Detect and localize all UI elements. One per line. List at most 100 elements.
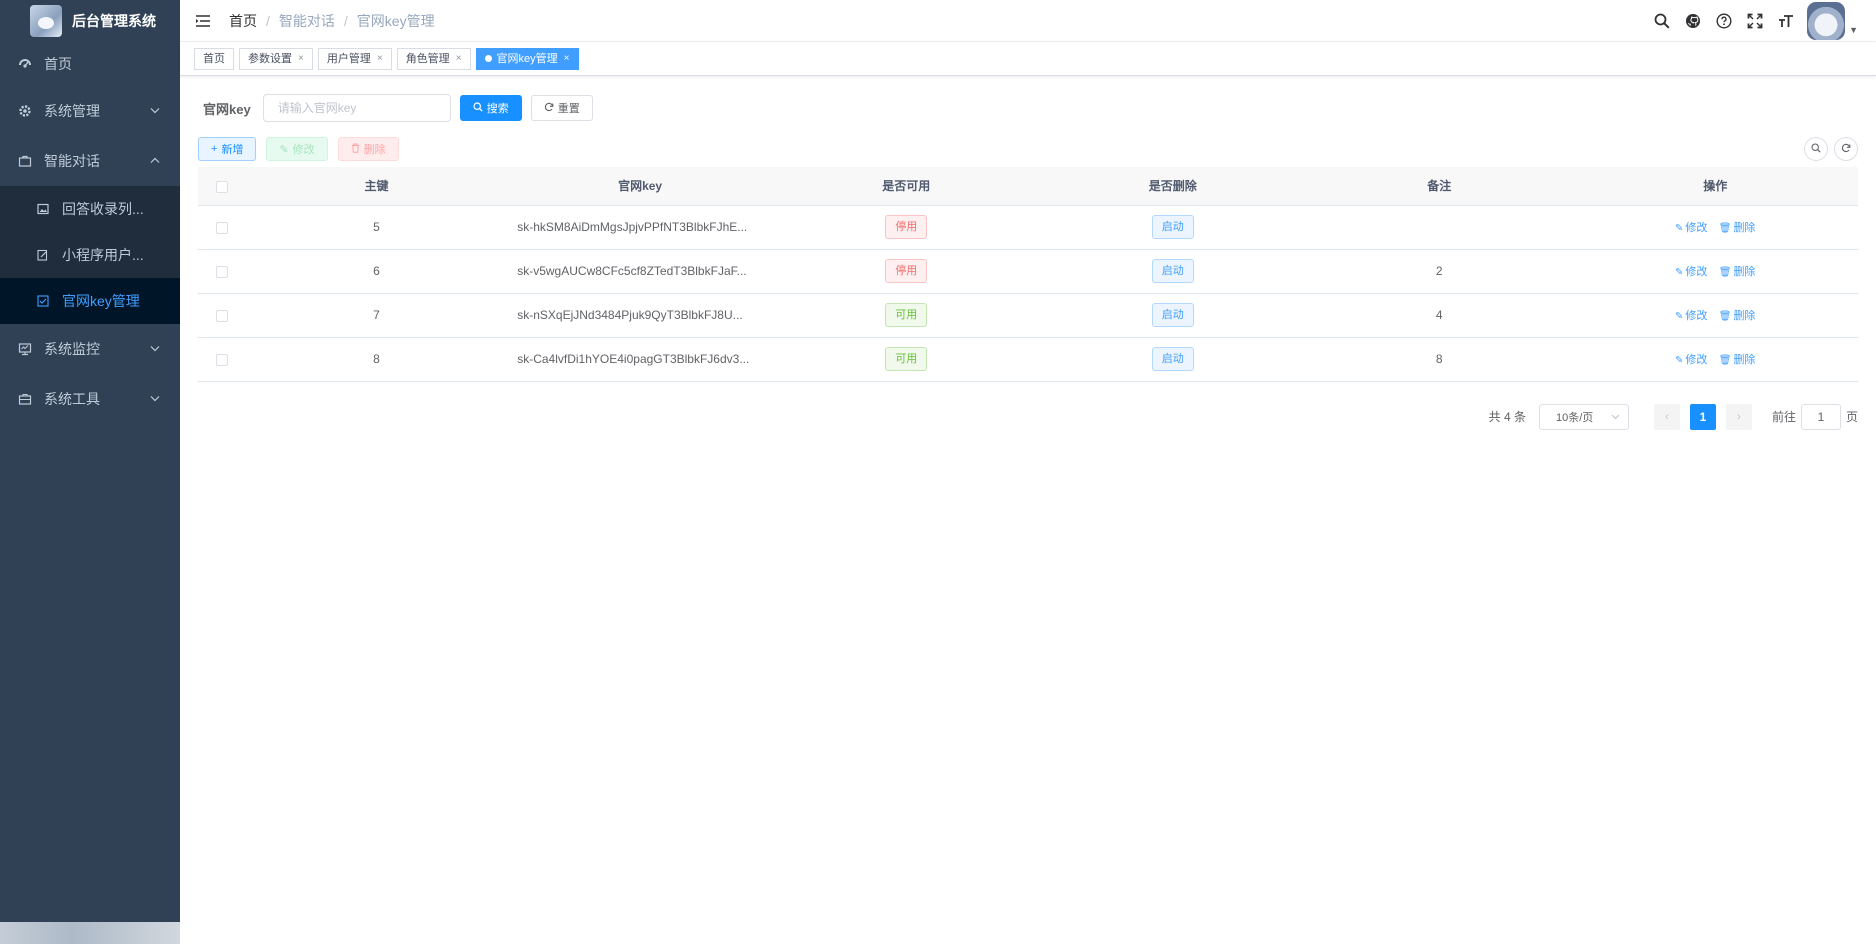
row-delete-label: 删除 [1733, 310, 1756, 322]
row-edit-link[interactable]: ✎ 修改 [1675, 354, 1707, 366]
row-delete-link[interactable]: 🗑︎ 删除 [1719, 222, 1756, 234]
chevron-down-icon [150, 106, 160, 117]
sidebar-item-monitor[interactable]: 系统监控 [0, 324, 180, 374]
sidebar-item-answer-list[interactable]: 回答收录列... [0, 186, 180, 232]
delete-button[interactable]: 删除 [337, 137, 399, 161]
row-checkbox[interactable] [215, 353, 228, 366]
row-edit-link[interactable]: ✎ 修改 [1675, 266, 1707, 278]
sidebar-item-label: 智能对话 [44, 153, 100, 169]
tag-params[interactable]: 参数设置 × [239, 47, 313, 70]
refresh-icon [544, 102, 554, 115]
page-size-select[interactable]: 10条/页 [1538, 403, 1629, 430]
app-title: 后台管理系统 [72, 13, 156, 29]
trash-icon [351, 143, 360, 156]
active-dot-icon [484, 55, 492, 62]
sidebar-item-tools[interactable]: 系统工具 [0, 374, 180, 424]
add-button[interactable]: + 新增 [198, 137, 257, 161]
tag-label: 首页 [203, 52, 225, 65]
sidebar-item-key-management[interactable]: 官网key管理 [0, 278, 180, 324]
row-delete-link[interactable]: 🗑︎ 删除 [1719, 310, 1756, 322]
sidebar-item-chat[interactable]: 智能对话 [0, 136, 180, 186]
page-number-active[interactable]: 1 [1689, 403, 1716, 430]
search-button[interactable]: 搜索 [459, 95, 522, 121]
edit-button[interactable]: ✎ 修改 [266, 137, 328, 161]
toggle-search-button[interactable] [1804, 137, 1828, 161]
main-content: 官网key 搜索 重置 + 新增 ✎ 修改 删除 [180, 76, 1876, 944]
breadcrumb-separator: / [343, 12, 348, 29]
close-icon[interactable]: × [564, 49, 570, 69]
row-delete-label: 删除 [1733, 266, 1756, 278]
close-icon[interactable]: × [377, 49, 383, 69]
edit-icon: ✎ [1675, 355, 1684, 366]
row-edit-label: 修改 [1685, 222, 1708, 234]
caret-down-icon[interactable]: ▼ [1849, 25, 1858, 35]
sidebar-item-miniapp-users[interactable]: 小程序用户... [0, 232, 180, 278]
refresh-icon [1841, 143, 1851, 156]
search-icon[interactable] [1653, 12, 1671, 30]
row-delete-link[interactable]: 🗑︎ 删除 [1719, 354, 1756, 366]
monitor-icon [18, 342, 32, 356]
select-all-cell [198, 167, 246, 206]
fullscreen-icon[interactable] [1746, 12, 1764, 30]
tag-label: 用户管理 [326, 52, 371, 65]
row-delete-label: 删除 [1733, 354, 1756, 366]
sidebar-item-home[interactable]: 首页 [0, 42, 180, 86]
row-edit-link[interactable]: ✎ 修改 [1675, 222, 1707, 234]
sidebar-footer-decoration [0, 922, 180, 944]
breadcrumb-home[interactable]: 首页 [229, 11, 257, 31]
github-icon[interactable] [1684, 12, 1702, 30]
reset-button[interactable]: 重置 [530, 95, 593, 121]
gear-icon [18, 104, 32, 118]
tag-label: 官网key管理 [496, 52, 558, 65]
key-field-label: 官网key [203, 101, 251, 117]
row-edit-label: 修改 [1685, 310, 1708, 322]
tag-users[interactable]: 用户管理 × [317, 47, 392, 70]
chevron-down-icon [1611, 411, 1620, 423]
row-edit-label: 修改 [1685, 354, 1708, 366]
chevron-down-icon [150, 394, 160, 405]
close-icon[interactable]: × [456, 49, 462, 69]
row-checkbox[interactable] [215, 309, 228, 322]
breadcrumb-chat: 智能对话 [278, 12, 335, 29]
row-checkbox[interactable] [215, 265, 228, 278]
pagination-total: 共 4 条 [1488, 410, 1526, 424]
tags-view: 首页 参数设置 × 用户管理 × 角色管理 × 官网key管理 × [180, 42, 1876, 76]
font-size-icon[interactable] [1777, 12, 1795, 30]
navbar-tools: ▼ [1640, 0, 1858, 42]
delete-status-badge: 启动 [1151, 347, 1194, 371]
status-badge: 停用 [885, 259, 928, 283]
logo[interactable]: 后台管理系统 [0, 0, 180, 42]
hamburger-icon[interactable] [195, 14, 211, 28]
refresh-button[interactable] [1834, 137, 1858, 161]
delete-status-badge: 启动 [1151, 303, 1194, 327]
row-checkbox[interactable] [215, 221, 228, 234]
row-edit-link[interactable]: ✎ 修改 [1675, 310, 1707, 322]
breadcrumb-current: 官网key管理 [356, 12, 435, 29]
cell-id: 8 [245, 337, 508, 382]
sidebar-item-system[interactable]: 系统管理 [0, 86, 180, 136]
avatar[interactable] [1807, 2, 1846, 40]
row-delete-link[interactable]: 🗑︎ 删除 [1719, 266, 1756, 278]
edit-icon: ✎ [1675, 311, 1684, 322]
tag-label: 参数设置 [248, 52, 292, 65]
cell-key: sk-hkSM8AiDmMgsJpjvPPfNT3BlbkFJhE... [507, 205, 773, 250]
prev-page-button[interactable]: ‹ [1653, 403, 1680, 430]
delete-button-label: 删除 [363, 144, 386, 156]
select-all-checkbox[interactable] [215, 180, 228, 193]
sidebar-item-label: 回答收录列... [62, 201, 144, 217]
next-page-button[interactable]: › [1725, 403, 1752, 430]
table-row: 6 sk-v5wgAUCw8CFc5cf8ZTedT3BlbkFJaF... 停… [198, 249, 1858, 294]
tag-key-management[interactable]: 官网key管理 × [475, 47, 579, 70]
goto-page-input[interactable] [1800, 403, 1841, 430]
key-table: 主键 官网key 是否可用 是否删除 备注 操作 5 sk-hkSM8AiDmM… [198, 167, 1858, 382]
close-icon[interactable]: × [298, 49, 304, 69]
tag-home[interactable]: 首页 [194, 47, 234, 70]
edit-icon: ✎ [279, 143, 289, 156]
table-header-row: 主键 官网key 是否可用 是否删除 备注 操作 [198, 167, 1858, 206]
chevron-down-icon [150, 344, 160, 355]
question-icon[interactable] [1715, 12, 1733, 30]
tag-roles[interactable]: 角色管理 × [396, 47, 471, 70]
image-icon [36, 202, 50, 216]
add-button-label: 新增 [221, 144, 244, 156]
key-search-input[interactable] [262, 94, 451, 122]
